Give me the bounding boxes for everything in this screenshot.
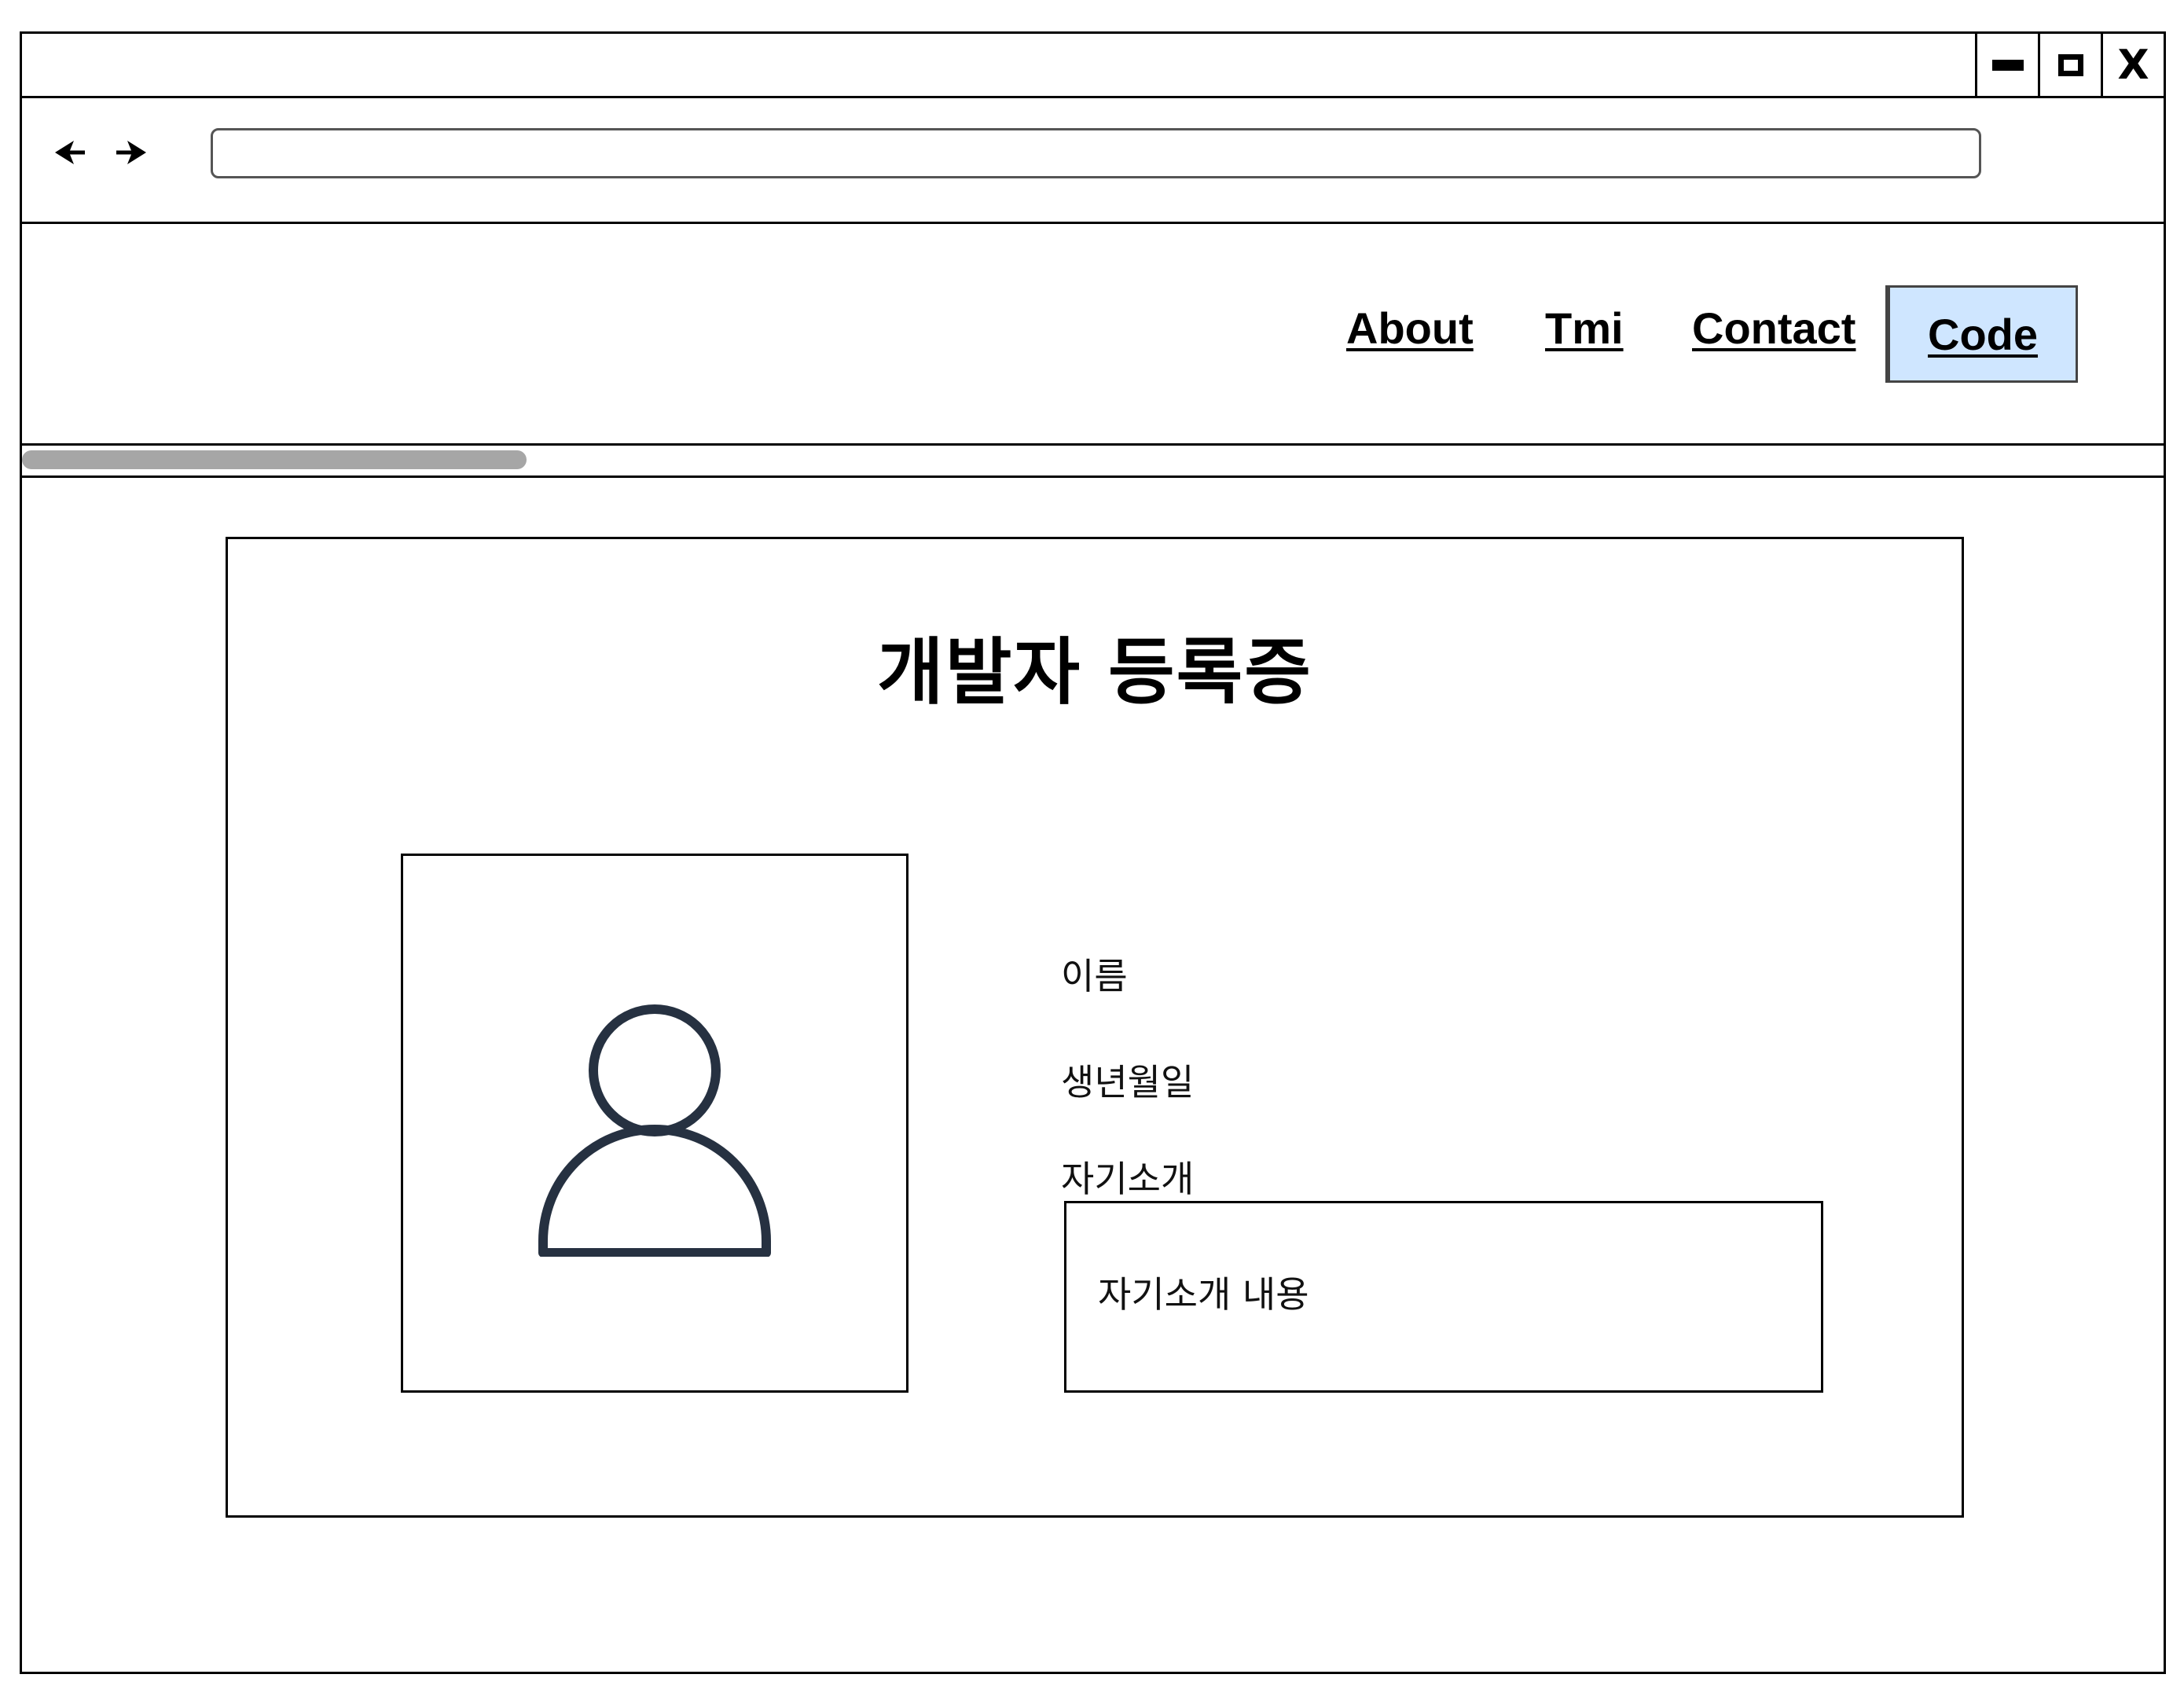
browser-window: X About Tmi Contact Code 개발자 등록증 이름 생년월일… (20, 31, 2166, 1674)
minimize-button[interactable] (1975, 34, 2038, 96)
nav-link-tmi[interactable]: Tmi (1545, 303, 1624, 354)
maximize-icon (2057, 53, 2083, 76)
name-label: 이름 (1061, 955, 1128, 997)
intro-content: 자기소개 내용 (1098, 1273, 1309, 1316)
close-button[interactable]: X (2101, 34, 2164, 96)
nav-link-contact[interactable]: Contact (1692, 303, 1855, 354)
horizontal-scrollbar[interactable] (22, 446, 2164, 478)
arrow-left-icon (55, 141, 85, 164)
url-input[interactable] (211, 128, 1981, 178)
card-title: 개발자 등록증 (877, 630, 1312, 714)
forward-button[interactable] (112, 133, 151, 172)
intro-textbox[interactable]: 자기소개 내용 (1064, 1201, 1823, 1393)
address-bar-row (22, 98, 2164, 224)
developer-card: 개발자 등록증 이름 생년월일 자기소개 자기소개 내용 (226, 537, 1964, 1518)
nav-button-code-label: Code (1928, 309, 2038, 359)
user-avatar-icon (538, 1004, 771, 1257)
arrow-right-icon (116, 141, 146, 164)
nav-link-about[interactable]: About (1346, 303, 1474, 354)
minimize-icon (1991, 59, 2024, 71)
maximize-button[interactable] (2038, 34, 2101, 96)
site-header: About Tmi Contact Code (22, 224, 2164, 446)
back-button[interactable] (50, 133, 90, 172)
profile-photo (401, 854, 908, 1393)
birthdate-label: 생년월일 (1061, 1061, 1195, 1103)
close-icon: X (2117, 41, 2149, 89)
title-bar: X (22, 34, 2164, 98)
nav-button-code[interactable]: Code (1885, 285, 2078, 383)
intro-label: 자기소개 (1061, 1158, 1195, 1200)
scrollbar-thumb[interactable] (22, 450, 527, 469)
